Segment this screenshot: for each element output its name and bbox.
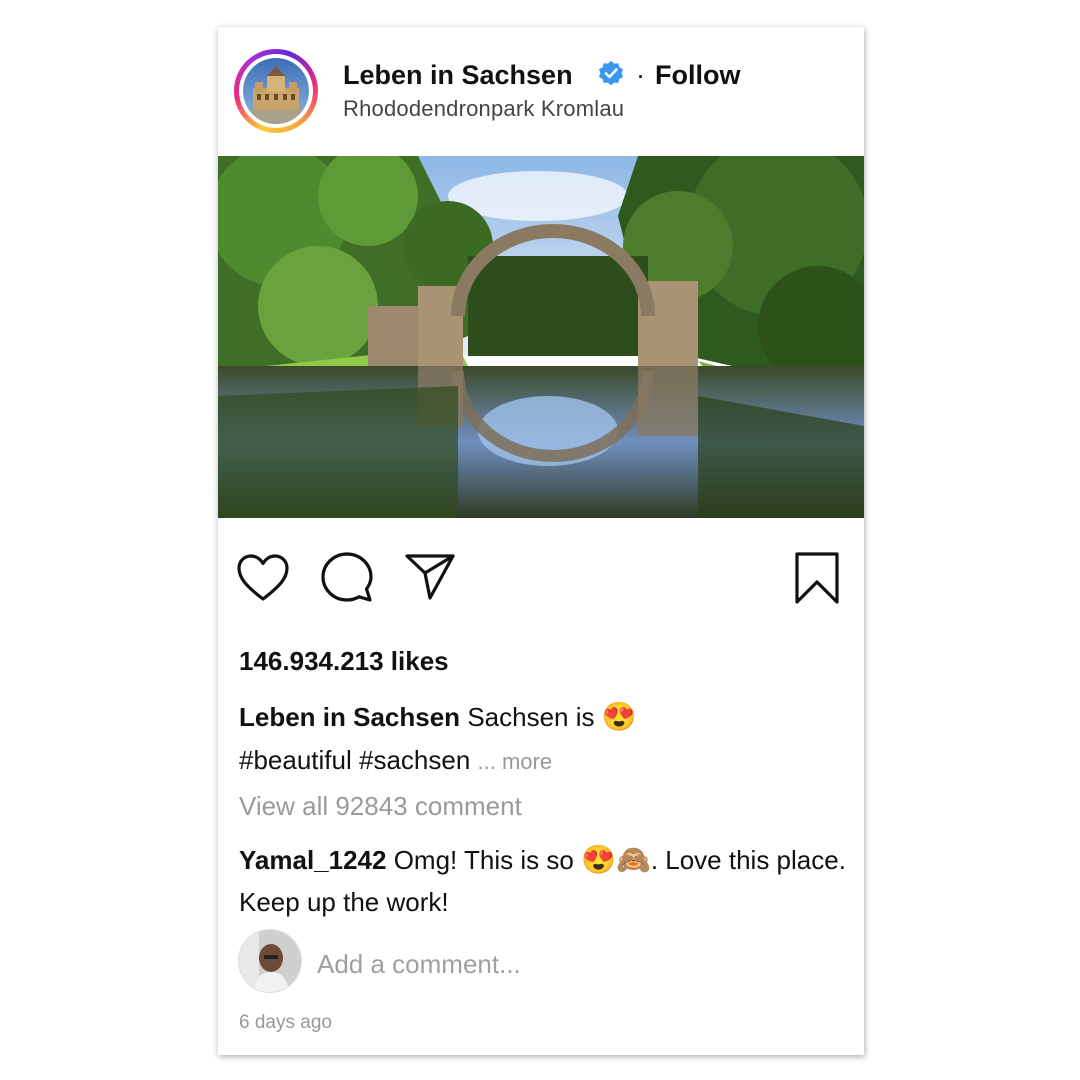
comment-bubble-icon[interactable] <box>320 551 374 603</box>
follow-button[interactable]: Follow <box>655 60 740 91</box>
post-timestamp: 6 days ago <box>239 1012 332 1033</box>
caption-hashtags[interactable]: #beautiful #sachsen <box>239 745 470 775</box>
heart-eyes-emoji: 😍 <box>601 701 637 732</box>
account-avatar[interactable] <box>234 49 318 133</box>
caption-author[interactable]: Leben in Sachsen <box>239 702 460 732</box>
avatar-castle-image <box>243 58 309 124</box>
see-no-evil-monkey-emoji: 🙈 <box>615 844 651 875</box>
comment-text-start: Omg! This is so <box>393 845 574 875</box>
heart-eyes-emoji: 😍 <box>581 844 616 875</box>
bookmark-icon[interactable] <box>794 551 840 605</box>
verified-badge-icon <box>599 61 623 86</box>
more-link[interactable]: ... more <box>478 749 553 774</box>
top-comment: Yamal_1242 Omg! This is so 😍🙈. Love this… <box>239 839 849 923</box>
paper-plane-icon[interactable] <box>404 553 456 601</box>
caption-text: Sachsen is <box>467 702 595 732</box>
comment-author[interactable]: Yamal_1242 <box>239 845 386 875</box>
location-link[interactable]: Rhododendronpark Kromlau <box>343 96 624 122</box>
likes-count[interactable]: 146.934.213 likes <box>239 646 449 677</box>
current-user-avatar <box>238 929 302 993</box>
heart-icon[interactable] <box>236 553 290 603</box>
add-comment-input[interactable] <box>317 949 717 980</box>
account-name[interactable]: Leben in Sachsen <box>343 60 573 91</box>
post-caption: Leben in Sachsen Sachsen is 😍 #beautiful… <box>239 695 839 783</box>
view-all-comments-link[interactable]: View all 92843 comment <box>239 791 522 822</box>
separator-dot: · <box>636 60 645 90</box>
post-photo[interactable] <box>218 156 864 518</box>
instagram-post-card: Leben in Sachsen · Follow Rhododendronpa… <box>218 27 864 1055</box>
